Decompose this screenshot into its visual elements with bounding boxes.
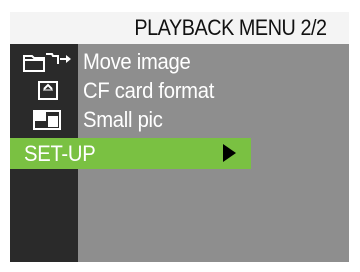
menu-item-move-image[interactable]: Move image bbox=[10, 48, 349, 75]
small-pic-icon bbox=[16, 108, 74, 131]
menu-title: PLAYBACK MENU 2/2 bbox=[134, 15, 328, 40]
menu-item-label: SET-UP bbox=[24, 141, 96, 166]
playback-menu-screen: PLAYBACK MENU 2/2 Move image CF card for… bbox=[10, 12, 349, 262]
right-arrow-icon bbox=[223, 144, 236, 162]
menu-item-label: Small pic bbox=[83, 107, 163, 132]
camera-lcd-frame: PLAYBACK MENU 2/2 Move image CF card for… bbox=[0, 0, 360, 272]
menu-item-small-pic[interactable]: Small pic bbox=[10, 106, 349, 133]
menu-item-setup[interactable]: SET-UP bbox=[10, 138, 251, 169]
menu-item-label: CF card format bbox=[83, 78, 215, 103]
move-image-icon bbox=[16, 50, 74, 73]
menu-item-cf-card-format[interactable]: CF card format bbox=[10, 77, 349, 104]
menu-title-bar: PLAYBACK MENU 2/2 bbox=[10, 12, 349, 44]
menu-item-label: Move image bbox=[83, 49, 191, 74]
cf-card-format-icon bbox=[16, 79, 74, 102]
